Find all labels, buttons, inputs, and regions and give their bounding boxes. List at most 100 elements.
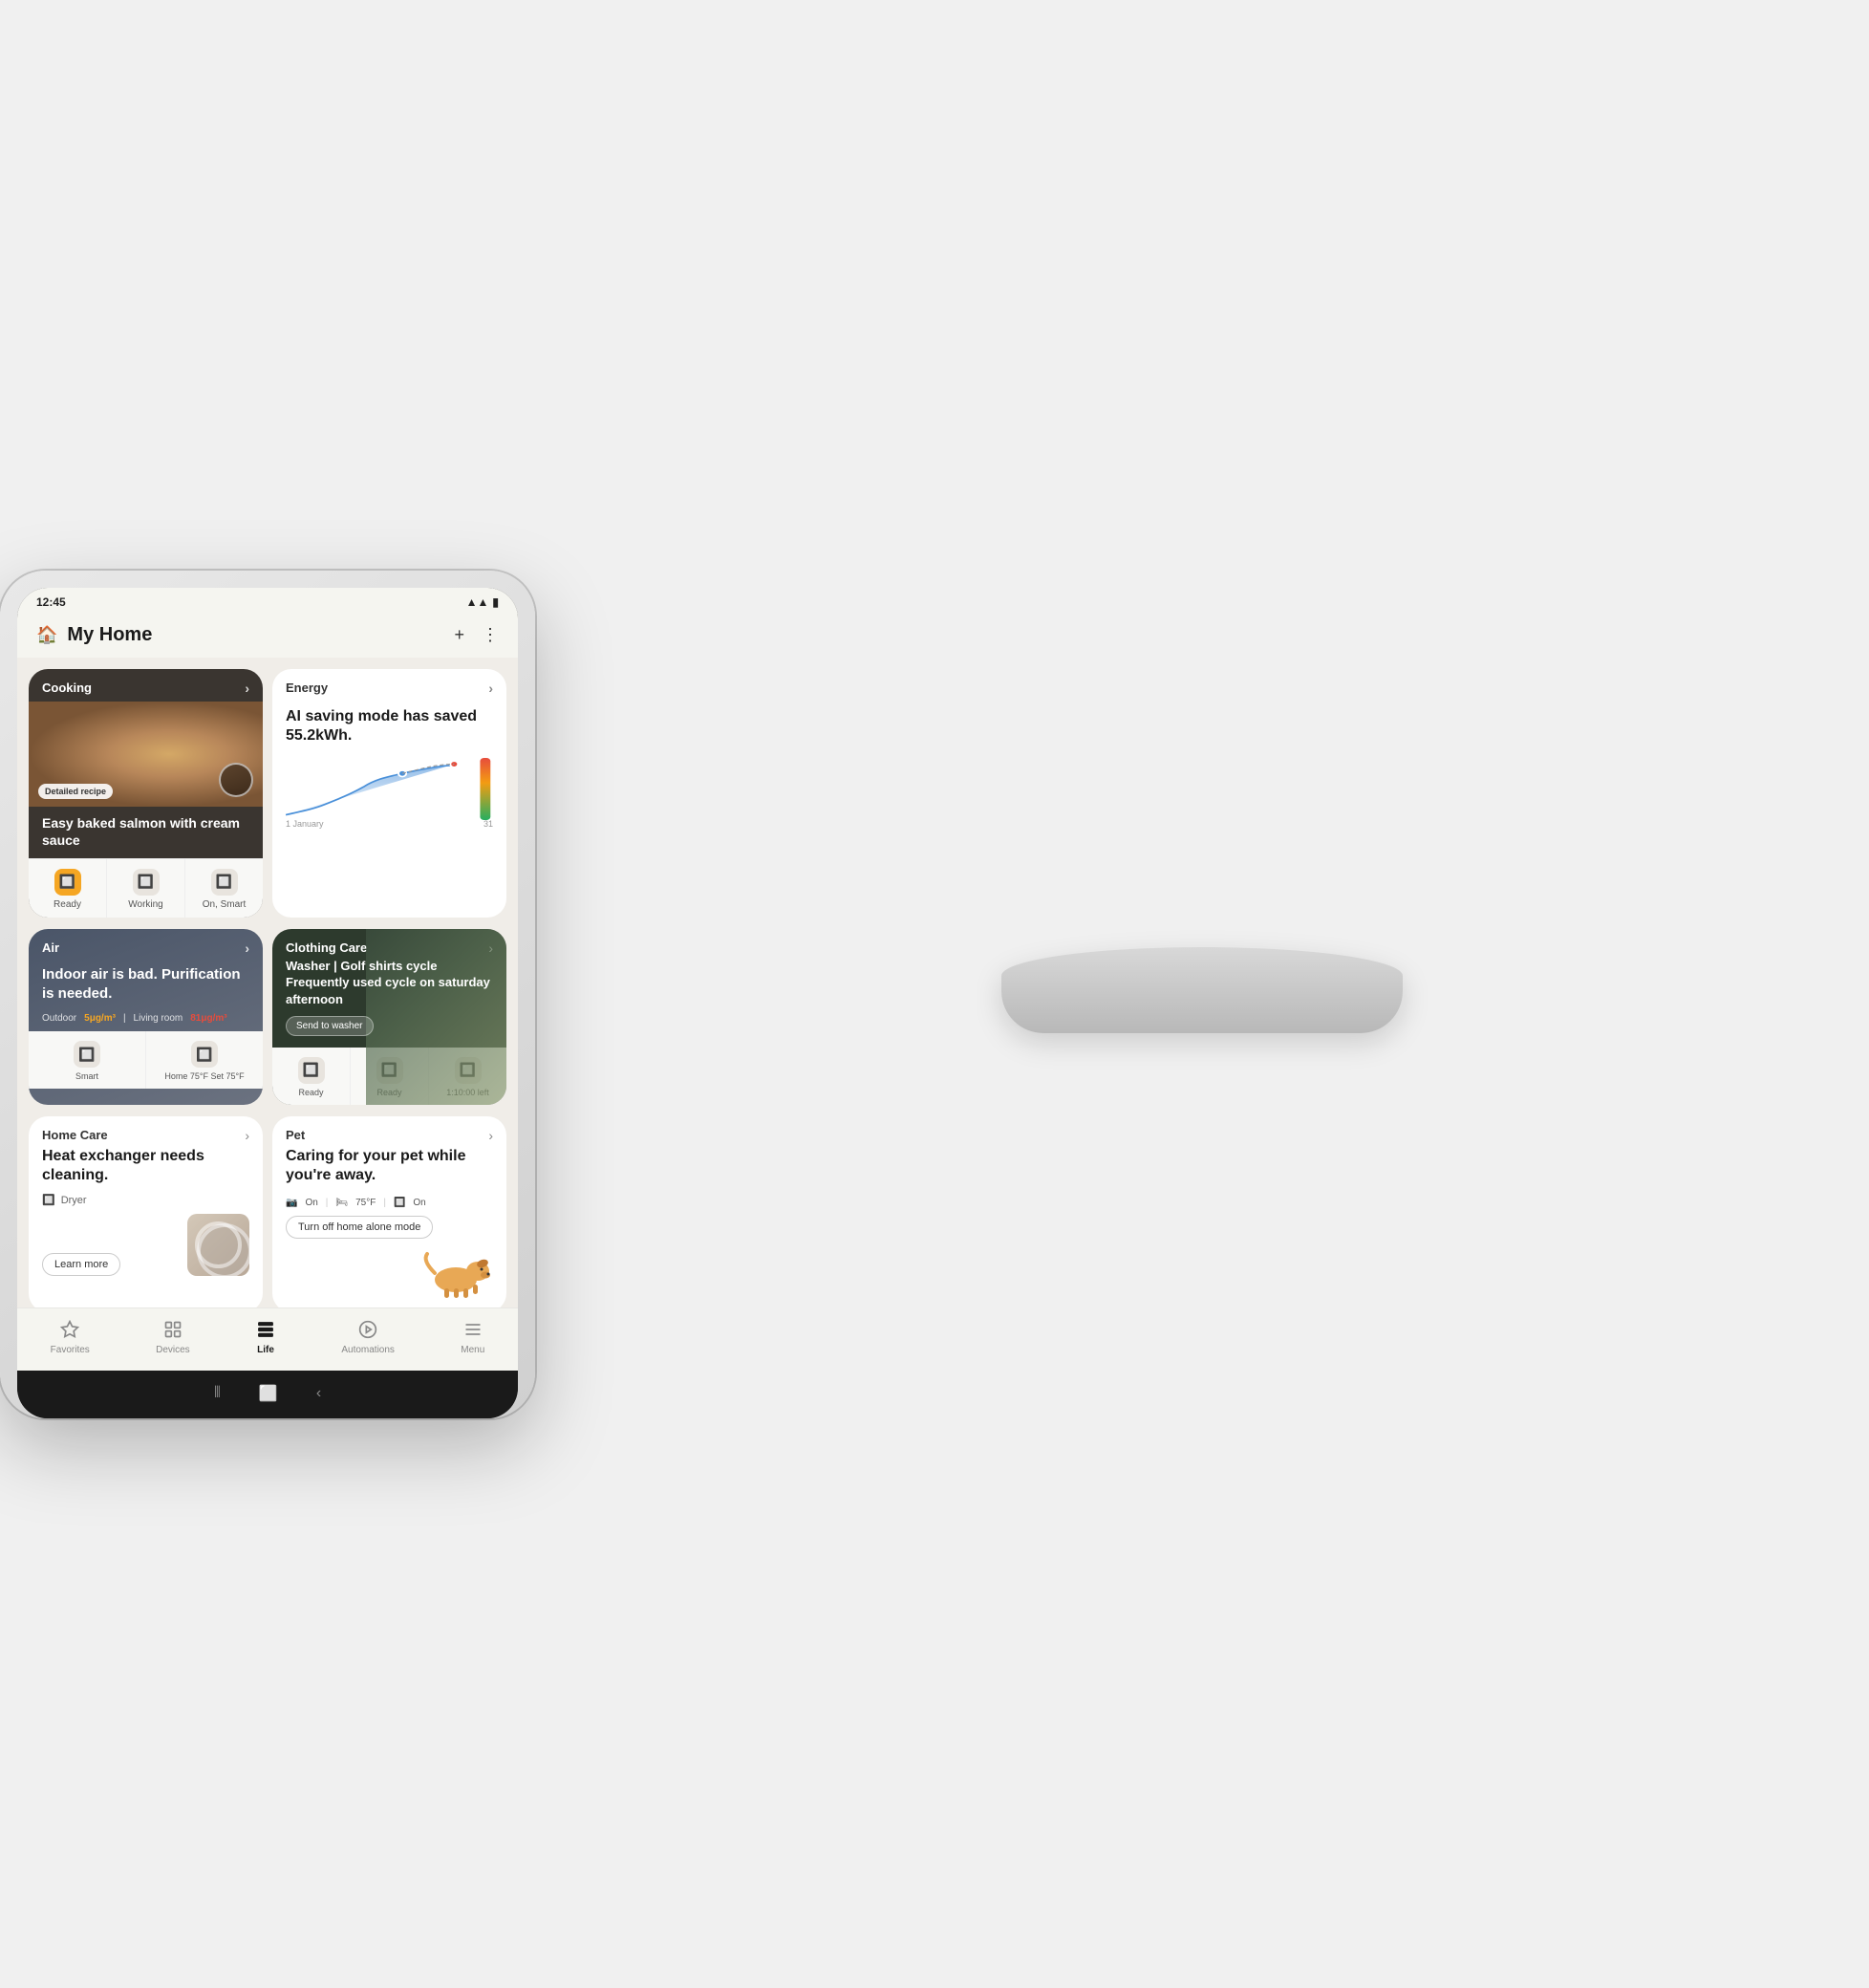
menu-icon	[463, 1320, 483, 1342]
learn-more-button[interactable]: Learn more	[42, 1253, 120, 1276]
chart-container	[286, 758, 493, 815]
air-card[interactable]: Air › Indoor air is bad. Purification is…	[29, 929, 263, 1105]
clothing-card[interactable]: Clothing Care › Washer | Golf shirts cyc…	[272, 929, 506, 1105]
dryer-icon-small: 🔲	[42, 1194, 55, 1206]
home-care-card[interactable]: Home Care › Heat exchanger needs cleanin…	[29, 1116, 263, 1307]
clothing-category: Clothing Care	[286, 940, 367, 955]
living-room-value: 81μg/m³	[190, 1013, 226, 1024]
bed-icon: 🛏	[335, 1198, 348, 1208]
cooking-device-2[interactable]: 🔲 On, Smart	[185, 859, 263, 918]
nav-menu-label: Menu	[461, 1345, 484, 1355]
more-menu-icon[interactable]: ⋮	[482, 625, 499, 645]
cooking-card[interactable]: Cooking › Detailed recipe Easy baked sal…	[29, 669, 263, 918]
air-device-0-label: Smart	[75, 1071, 98, 1081]
automations-icon	[358, 1320, 377, 1342]
cooking-devices: 🔲 Ready 🔲 Working 🔲 On, Smart	[29, 858, 263, 918]
row-3: Home Care › Heat exchanger needs cleanin…	[29, 1116, 506, 1307]
screen: 12:45 ▲▲ ▮ 🏠 My Home + ⋮	[17, 588, 518, 1418]
air-device-0[interactable]: 🔲 Smart	[29, 1031, 146, 1089]
nav-favorites[interactable]: Favorites	[41, 1316, 99, 1359]
home-care-device: 🔲 Dryer	[29, 1194, 263, 1214]
gesture-bar: ⦀ ⬜ ‹	[17, 1371, 518, 1418]
microwave-icon: 🔲	[133, 869, 160, 896]
pet-card[interactable]: Pet › Caring for your pet while you're a…	[272, 1116, 506, 1307]
dryer-visual	[187, 1214, 249, 1276]
recipe-badge[interactable]: Detailed recipe	[38, 784, 113, 799]
feeder-icon: 🔲	[394, 1198, 405, 1208]
washer-icon: 🔲	[298, 1057, 325, 1084]
home-care-device-label: Dryer	[61, 1195, 87, 1206]
pet-title: Caring for your pet while you're away.	[272, 1145, 506, 1195]
cooking-category: Cooking	[42, 681, 92, 695]
device-stand	[1001, 947, 1403, 1033]
air-stats: Outdoor 5μg/m³ | Living room 81μg/m³	[29, 1009, 263, 1031]
air-card-header: Air ›	[29, 929, 263, 962]
pet-chevron-right-icon: ›	[488, 1128, 493, 1143]
clothing-device-0-label: Ready	[298, 1088, 323, 1097]
life-icon	[256, 1320, 275, 1342]
clothing-device-0[interactable]: 🔲 Ready	[272, 1048, 351, 1105]
nav-menu[interactable]: Menu	[451, 1316, 494, 1359]
header-left: 🏠 My Home	[36, 624, 152, 646]
signal-icon: ▲▲	[466, 595, 489, 609]
air-device-1[interactable]: 🔲 Home 75°F Set 75°F	[146, 1031, 263, 1089]
time-display: 12:45	[36, 595, 66, 609]
header-actions: + ⋮	[454, 625, 499, 645]
devices-icon	[163, 1320, 183, 1342]
send-to-washer-button[interactable]: Send to washer	[286, 1016, 374, 1036]
cooking-chevron-right-icon: ›	[245, 681, 249, 696]
energy-card[interactable]: Energy › AI saving mode has saved 55.2kW…	[272, 669, 506, 918]
clothing-title: Washer | Golf shirts cycle Frequently us…	[286, 958, 493, 1008]
home-alone-mode-button[interactable]: Turn off home alone mode	[286, 1216, 433, 1239]
nav-automations-label: Automations	[341, 1345, 395, 1355]
air-chevron-right-icon: ›	[245, 940, 249, 956]
cooking-title: Easy baked salmon with cream sauce	[29, 807, 263, 858]
pet-status-on2: On	[413, 1198, 425, 1208]
scroll-content: Cooking › Detailed recipe Easy baked sal…	[17, 658, 518, 1307]
pet-cam-icon: 📷	[286, 1198, 297, 1208]
home-care-header: Home Care ›	[29, 1116, 263, 1145]
air-purifier-icon: 🔲	[74, 1041, 100, 1068]
recents-icon[interactable]: ⦀	[214, 1385, 221, 1402]
pet-status-on1: On	[305, 1198, 317, 1208]
energy-card-header: Energy ›	[272, 669, 506, 702]
air-devices: 🔲 Smart 🔲 Home 75°F Set 75°F	[29, 1031, 263, 1089]
pet-header: Pet ›	[272, 1116, 506, 1145]
nav-automations[interactable]: Automations	[332, 1316, 404, 1359]
outdoor-value: 5μg/m³	[84, 1013, 116, 1024]
hood-icon: 🔲	[211, 869, 238, 896]
dryer-drum	[195, 1221, 242, 1268]
cooking-device-2-label: On, Smart	[203, 899, 247, 910]
cooking-image: Detailed recipe	[29, 702, 263, 807]
nav-favorites-label: Favorites	[51, 1345, 90, 1355]
status-icons: ▲▲ ▮	[466, 595, 499, 609]
dog-visual	[272, 1246, 506, 1299]
pet-category: Pet	[286, 1128, 305, 1142]
home-icon: 🏠	[36, 625, 57, 645]
air-device-1-label: Home 75°F Set 75°F	[164, 1071, 244, 1081]
home-care-title: Heat exchanger needs cleaning.	[29, 1145, 263, 1195]
energy-category: Energy	[286, 681, 328, 695]
cooking-device-1[interactable]: 🔲 Working	[107, 859, 185, 918]
dog-svg	[413, 1246, 499, 1299]
battery-icon: ▮	[492, 595, 499, 609]
row-1: Cooking › Detailed recipe Easy baked sal…	[29, 669, 506, 918]
cooking-device-0-label: Ready	[54, 899, 81, 910]
back-icon[interactable]: ‹	[316, 1385, 321, 1402]
cooking-device-0[interactable]: 🔲 Ready	[29, 859, 107, 918]
app-header: 🏠 My Home + ⋮	[17, 615, 518, 658]
nav-devices[interactable]: Devices	[146, 1316, 200, 1359]
device-frame: 12:45 ▲▲ ▮ 🏠 My Home + ⋮	[0, 571, 535, 1418]
date-start: 1 January	[286, 819, 324, 829]
add-icon[interactable]: +	[454, 625, 464, 645]
chart-dates: 1 January 31	[286, 819, 493, 829]
row-2: Air › Indoor air is bad. Purification is…	[29, 929, 506, 1105]
air-title: Indoor air is bad. Purification is neede…	[29, 962, 263, 1010]
nav-devices-label: Devices	[156, 1345, 190, 1355]
status-bar: 12:45 ▲▲ ▮	[17, 588, 518, 615]
date-end: 31	[483, 819, 493, 829]
nav-life[interactable]: Life	[247, 1316, 285, 1359]
clothing-content: Washer | Golf shirts cycle Frequently us…	[272, 958, 506, 1048]
energy-chart: 1 January 31	[272, 758, 506, 834]
home-gesture-icon[interactable]: ⬜	[259, 1384, 278, 1403]
